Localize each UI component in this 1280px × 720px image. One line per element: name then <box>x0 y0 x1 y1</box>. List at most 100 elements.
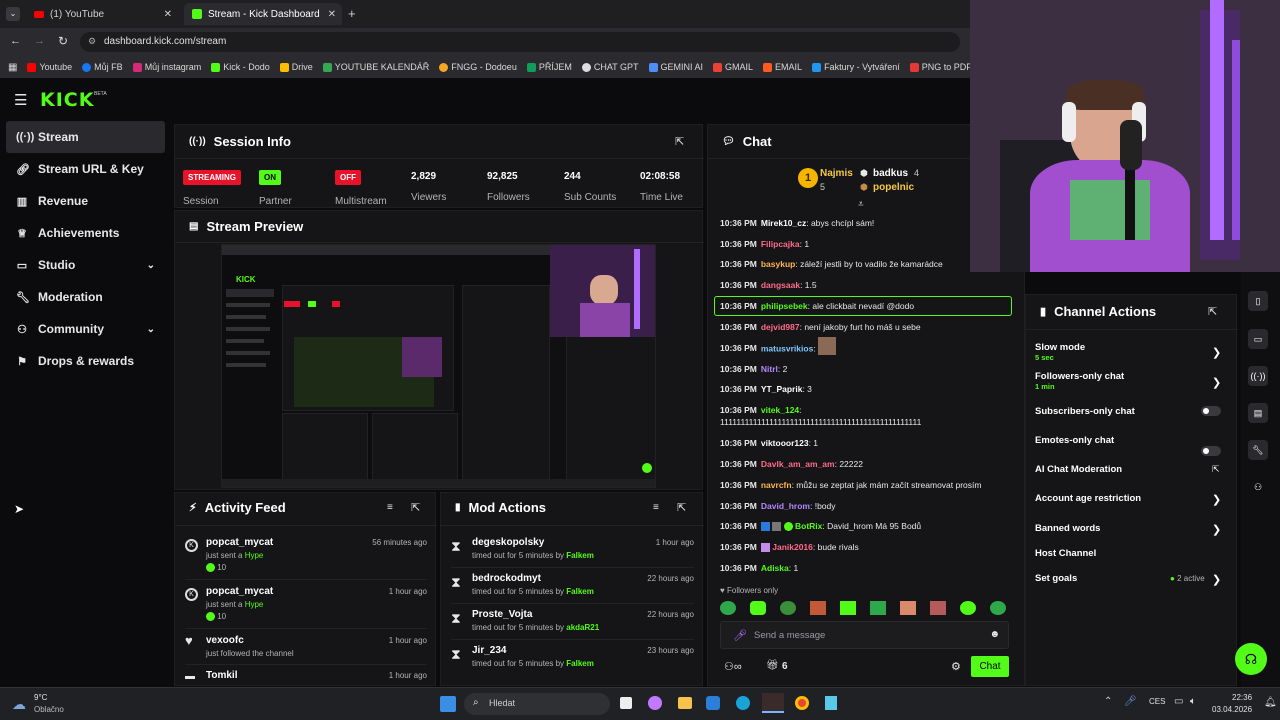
emote-icon[interactable] <box>990 601 1006 615</box>
notepad-icon[interactable] <box>825 696 837 710</box>
emote-icon[interactable] <box>960 601 976 615</box>
popout-icon[interactable]: ⇱ <box>677 501 686 514</box>
chat-username[interactable]: Janik2016 <box>772 542 813 552</box>
rail-community-icon[interactable]: ⚇ <box>1248 477 1268 497</box>
chevron-right-icon[interactable]: ❯ <box>1212 523 1221 536</box>
clock-date[interactable]: 03.04.2026 <box>1212 705 1252 714</box>
notifications-icon[interactable]: 🔔︎ <box>1264 697 1277 708</box>
banned-words-setting[interactable]: Banned words <box>1035 523 1100 534</box>
mod-moderator[interactable]: akdaR21 <box>566 623 599 632</box>
microphone-icon[interactable]: 🎤︎ <box>733 629 747 642</box>
emote-icon[interactable] <box>870 601 886 615</box>
mod-target-user[interactable]: Jir_234 <box>472 645 506 656</box>
chat-username[interactable]: navrcfn <box>761 480 792 490</box>
followers-only-setting[interactable]: Followers-only chat 1 min <box>1035 371 1124 391</box>
chrome-icon[interactable] <box>795 696 809 710</box>
chat-username[interactable]: Nitrl <box>761 364 778 374</box>
mod-moderator[interactable]: Falkem <box>566 587 594 596</box>
bookmark-chatgpt[interactable]: CHAT GPT <box>581 62 639 72</box>
chat-username[interactable]: Filipcajka <box>761 239 800 249</box>
tab-search-button[interactable]: ⌄ <box>6 7 20 21</box>
mod-moderator[interactable]: Falkem <box>566 659 594 668</box>
emote-icon[interactable] <box>930 601 946 615</box>
tab-kick-dashboard[interactable]: Stream - Kick Dashboard ✕ <box>184 3 342 25</box>
bookmark-png-pdf[interactable]: PNG to PDF <box>909 62 970 72</box>
chevron-right-icon[interactable]: ❯ <box>1212 573 1221 586</box>
leaderboard-third-name[interactable]: popelnic <box>873 182 914 193</box>
emote-icon[interactable] <box>780 601 796 615</box>
apps-icon[interactable]: ▦ <box>8 62 17 73</box>
emotes-only-toggle[interactable] <box>1201 446 1221 456</box>
mod-target-user[interactable]: degeskopolsky <box>472 537 544 548</box>
chat-username[interactable]: BotRix <box>795 521 822 531</box>
site-info-icon[interactable]: ⚙ <box>88 36 96 47</box>
bookmark-calendar[interactable]: YOUTUBE KALENDÁŘ <box>322 62 429 72</box>
chevron-right-icon[interactable]: ❯ <box>1212 346 1221 359</box>
sidebar-item-studio[interactable]: ▭ Studio ⌄ <box>6 249 165 281</box>
bookmark-youtube[interactable]: Youtube <box>27 62 72 72</box>
rail-document-icon[interactable]: ▯ <box>1248 291 1268 311</box>
tray-chevron-icon[interactable]: ⌃ <box>1104 696 1112 707</box>
sidebar-item-stream[interactable]: ((·)) Stream <box>6 121 165 153</box>
activity-user[interactable]: popcat_mycat <box>206 586 273 597</box>
tab-youtube[interactable]: (1) YouTube ✕ <box>26 3 178 25</box>
send-chat-button[interactable]: Chat <box>971 656 1009 677</box>
kicks-icon[interactable]: ⚇∞ <box>724 660 742 673</box>
popout-icon[interactable]: ⇱ <box>1208 305 1217 318</box>
bookmark-drive[interactable]: Drive <box>279 62 313 72</box>
rail-wrench-icon[interactable]: 🔧︎ <box>1248 440 1268 460</box>
activity-user[interactable]: popcat_mycat <box>206 537 273 548</box>
mod-moderator[interactable]: Falkem <box>566 551 594 560</box>
network-icon[interactable]: ▭ <box>1174 696 1183 707</box>
popout-icon[interactable]: ⇱ <box>411 501 420 514</box>
back-icon[interactable]: ← <box>10 35 21 47</box>
emote-icon[interactable] <box>900 601 916 615</box>
bookmark-gemini[interactable]: GEMINI AI <box>648 62 703 72</box>
close-icon[interactable]: ✕ <box>328 9 336 20</box>
chat-username[interactable]: dejvid987 <box>761 322 800 332</box>
emote-icon[interactable] <box>840 601 856 615</box>
activity-user[interactable]: Tomkil <box>206 670 237 681</box>
rail-chat-icon[interactable]: ▭ <box>1248 329 1268 349</box>
mod-target-user[interactable]: Proste_Vojta <box>472 609 532 620</box>
filter-icon[interactable]: ≡ <box>653 502 659 513</box>
bookmark-email[interactable]: EMAIL <box>763 62 802 72</box>
bookmark-kick[interactable]: Kick - Dodo <box>211 62 270 72</box>
sidebar-item-revenue[interactable]: ▥ Revenue <box>6 185 165 217</box>
chat-username[interactable]: vitek_124 <box>761 405 799 415</box>
chevron-right-icon[interactable]: ❯ <box>1212 493 1221 506</box>
gift-icon[interactable]: 🎁︎ <box>766 660 779 671</box>
emote-icon[interactable] <box>810 601 826 615</box>
volume-icon[interactable]: 🔈︎ <box>1190 696 1196 707</box>
sidebar-item-moderation[interactable]: 🔧︎ Moderation <box>6 281 165 313</box>
chat-username[interactable]: Davlk_am_am_am <box>761 459 835 469</box>
sidebar-item-community[interactable]: ⚇ Community ⌄ <box>6 313 165 345</box>
bookmark-gmail[interactable]: GMAIL <box>713 62 753 72</box>
emoji-icon[interactable]: ☻ <box>989 629 1000 640</box>
reload-icon[interactable]: ↻ <box>58 34 68 48</box>
chat-username[interactable]: YT_Paprik <box>761 384 803 394</box>
bookmark-instagram[interactable]: Můj instagram <box>132 62 201 72</box>
rail-stream-icon[interactable]: ((·)) <box>1248 366 1268 386</box>
task-view-icon[interactable] <box>620 697 632 709</box>
close-icon[interactable]: ✕ <box>164 9 172 20</box>
chat-input[interactable]: 🎤︎ Send a message ☻ <box>720 621 1009 649</box>
chat-username[interactable]: Mirek10_cz <box>761 218 806 228</box>
stream-preview-video[interactable]: KICK <box>221 244 656 488</box>
chat-username[interactable]: matusvrikios <box>761 343 813 353</box>
account-age-setting[interactable]: Account age restriction <box>1035 493 1141 504</box>
url-field[interactable]: ⚙ dashboard.kick.com/stream <box>80 32 960 52</box>
chat-username[interactable]: Adiska <box>761 563 789 573</box>
bookmark-fb[interactable]: Můj FB <box>82 62 123 72</box>
taskbar-search[interactable]: ⌕ Hledat <box>464 693 610 715</box>
bookmark-prijem[interactable]: PŘÍJEM <box>526 62 572 72</box>
windows-start-icon[interactable] <box>440 696 456 712</box>
capcut-icon[interactable] <box>762 693 784 713</box>
sidebar-item-stream-url-key[interactable]: 🔗︎ Stream URL & Key <box>6 153 165 185</box>
chat-username[interactable]: basykup <box>761 259 796 269</box>
new-tab-button[interactable]: + <box>348 6 356 21</box>
leaderboard-first-name[interactable]: Najmis <box>820 168 853 179</box>
activity-user[interactable]: vexoofc <box>206 635 244 646</box>
mod-target-user[interactable]: bedrockodmyt <box>472 573 541 584</box>
ai-moderation-setting[interactable]: AI Chat Moderation <box>1035 464 1122 475</box>
